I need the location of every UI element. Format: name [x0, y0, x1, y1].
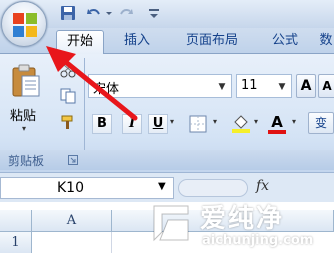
tab-home[interactable]: 开始 [56, 30, 104, 54]
office-button[interactable] [1, 1, 47, 47]
bold-button[interactable]: B [92, 114, 112, 134]
font-color-button[interactable]: A [266, 112, 288, 134]
watermark: 爱纯净 aichunjing.com [134, 196, 334, 253]
fill-color-icon[interactable] [230, 112, 252, 134]
chevron-down-icon[interactable]: ▼ [275, 79, 289, 95]
font-name-value: 宋体 [93, 82, 120, 97]
italic-button[interactable]: I [122, 114, 142, 134]
grow-font-button[interactable]: A [296, 74, 316, 98]
underline-button[interactable]: U [148, 114, 168, 134]
underline-label: U [152, 116, 164, 131]
borders-icon[interactable] [188, 114, 210, 134]
select-all-corner[interactable] [0, 210, 32, 232]
shrink-font-label: A [322, 79, 332, 93]
office-logo-icon [13, 13, 37, 37]
phonetic-label: 变 [314, 116, 327, 130]
cut-icon[interactable] [60, 64, 76, 78]
dialog-launcher-icon[interactable] [68, 155, 78, 165]
ribbon-tabs: 开始 插入 页面布局 公式 数 [0, 28, 334, 54]
font-size-value: 11 [241, 78, 258, 93]
tab-page-layout[interactable]: 页面布局 [172, 30, 252, 54]
save-icon[interactable] [60, 5, 76, 21]
chevron-down-icon[interactable]: ▼ [215, 79, 229, 95]
quick-access-customize-icon[interactable] [146, 5, 162, 21]
paste-button[interactable]: 粘贴 [10, 105, 36, 124]
cell-a1[interactable] [32, 232, 112, 253]
formula-bar-handle[interactable] [178, 179, 248, 197]
paste-icon[interactable] [10, 64, 42, 98]
phonetic-button[interactable]: 变 [308, 112, 334, 134]
row-header-1[interactable]: 1 [0, 232, 32, 253]
font-color-label: A [271, 113, 283, 131]
fill-color-dropdown-icon[interactable]: ▾ [254, 117, 258, 126]
paste-dropdown-icon[interactable]: ▾ [22, 124, 26, 133]
font-name-combo[interactable]: 宋体 ▼ [88, 74, 232, 98]
font-size-combo[interactable]: 11 ▼ [236, 74, 292, 98]
clipboard-group-label: 剪贴板 [8, 154, 45, 168]
watermark-title: 爱纯净 [200, 204, 285, 234]
copy-icon[interactable] [60, 88, 76, 104]
group-label-strip: 剪贴板 [0, 150, 334, 170]
italic-label: I [128, 116, 136, 131]
font-color-swatch [268, 130, 286, 134]
format-painter-icon[interactable] [60, 114, 76, 130]
bold-label: B [97, 116, 107, 131]
borders-dropdown-icon[interactable]: ▾ [213, 117, 217, 126]
name-box-value: K10 [57, 180, 84, 196]
undo-dropdown-icon[interactable] [104, 5, 114, 21]
undo-icon[interactable] [86, 5, 102, 21]
name-box-dropdown-icon[interactable]: ▼ [158, 181, 166, 192]
font-color-dropdown-icon[interactable]: ▾ [292, 117, 296, 126]
column-header-a[interactable]: A [32, 210, 112, 232]
title-bar [0, 0, 334, 28]
watermark-logo-icon [153, 205, 189, 242]
underline-dropdown-icon[interactable]: ▾ [170, 117, 174, 126]
watermark-url: aichunjing.com [202, 233, 314, 248]
tab-data[interactable]: 数 [316, 30, 334, 54]
redo-icon[interactable] [118, 5, 134, 21]
insert-function-button[interactable]: fx [256, 178, 269, 194]
tab-formulas[interactable]: 公式 [262, 30, 308, 54]
grow-font-label: A [300, 78, 312, 94]
tab-insert[interactable]: 插入 [114, 30, 160, 54]
shrink-font-button[interactable]: A [318, 74, 334, 98]
